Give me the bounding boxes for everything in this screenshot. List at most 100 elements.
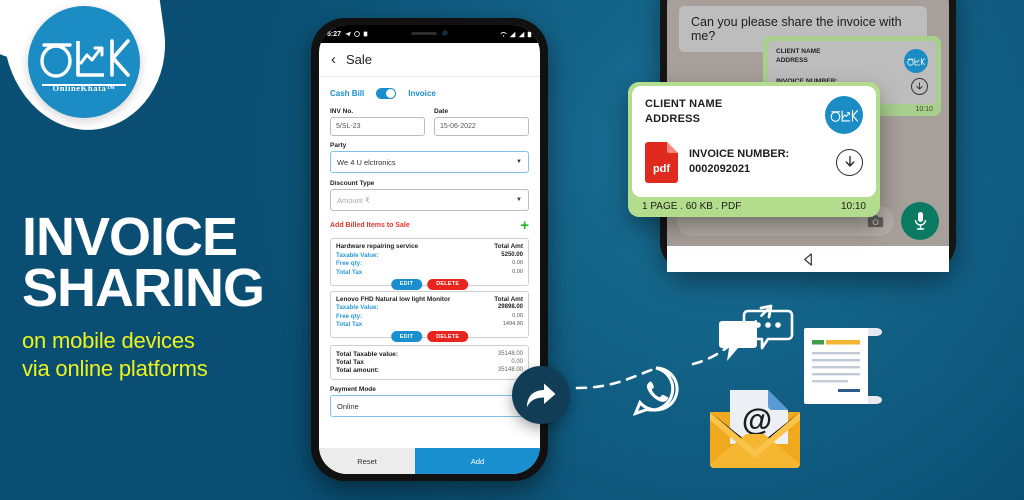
edit-button[interactable]: EDIT (390, 331, 423, 342)
logo-circle: OnlineKhata™ (28, 6, 140, 118)
signal-icon-2 (518, 31, 525, 37)
svg-text:pdf: pdf (653, 163, 670, 175)
invoice-pdf-card[interactable]: CLIENT NAME ADDRESS pdf INVOICE NUMBER: … (628, 82, 880, 217)
item-tax-row: Total Tax 0.00 (336, 269, 523, 276)
subheadline-line-1: on mobile devices (22, 327, 195, 353)
bill-type-toggle-row: Cash Bill Invoice (330, 88, 529, 99)
headline-line-2: SHARING (22, 258, 265, 319)
app-icon (363, 31, 368, 37)
item-taxable-label: Taxable Value: (336, 304, 379, 311)
item-freeqty-label: Free qty: (336, 260, 363, 267)
table-row: Hardware repairing service Total Amt Tax… (330, 238, 529, 290)
pdf-card-footer: 1 PAGE . 60 KB . PDF 10:10 (632, 197, 876, 217)
total-amount-row: Total amount: 35148.00 (336, 367, 523, 374)
status-bar: 5:27 (319, 25, 540, 43)
total-tax-row: Total Tax 0.00 (336, 359, 523, 366)
table-row: Lenovo FHD Natural low light Monitor Tot… (330, 290, 529, 342)
item-title: Lenovo FHD Natural low light Monitor (336, 295, 451, 303)
share-button[interactable] (512, 366, 570, 424)
headline-line-1: INVOICE (22, 207, 238, 267)
olk-monogram-icon (40, 39, 130, 78)
total-tax-value: 0.00 (511, 359, 523, 365)
total-taxable-row: Total Taxable value: 35148.00 (336, 351, 523, 358)
total-amount-value: 35148.00 (497, 367, 523, 373)
delete-button[interactable]: DELETE (427, 331, 469, 342)
whatsapp-icon (632, 366, 679, 417)
item-tax-value: 0.00 (512, 268, 523, 275)
plus-icon[interactable]: + (520, 218, 529, 233)
inv-no-label: INV No. (330, 108, 354, 115)
download-icon[interactable] (836, 148, 863, 176)
date-input[interactable]: 15-06-2022 (434, 117, 529, 136)
cash-bill-label[interactable]: Cash Bill (330, 89, 364, 98)
subheadline-line-2: via online platforms (22, 355, 208, 381)
party-select-value: We 4 U elctronics (337, 157, 396, 167)
earpiece-speaker (411, 31, 437, 35)
sync-icon (354, 31, 360, 37)
add-billed-items-label: Add Billed Items to Sale (330, 222, 410, 229)
item-taxable-label: Taxable Value: (336, 251, 379, 259)
attachment-brand-logo-icon (904, 49, 928, 73)
total-taxable-value: 35148.00 (497, 351, 523, 357)
olk-monogram-icon (830, 109, 858, 122)
poster-canvas: OnlineKhata™ INVOICE SHARING on mobile d… (0, 0, 1024, 500)
inv-no-input[interactable]: 5/SL-23 (330, 117, 425, 136)
item-header: Lenovo FHD Natural low light Monitor Tot… (336, 296, 523, 303)
status-bar-system-icons (500, 31, 532, 38)
back-icon[interactable]: ‹ (331, 52, 336, 67)
discount-type-select[interactable]: Amount ₹ ▼ (330, 189, 529, 211)
download-icon[interactable] (911, 77, 928, 95)
item-total-label: Total Amt (494, 243, 523, 250)
item-taxable-row: Taxable Value: 29898.00 (336, 304, 523, 311)
total-amount-label: Total amount: (336, 367, 380, 374)
invoice-pdf-card-body: CLIENT NAME ADDRESS pdf INVOICE NUMBER: … (632, 86, 876, 197)
pdf-card-invoice-block: INVOICE NUMBER: 0002092021 (689, 147, 789, 177)
date-label: Date (434, 108, 449, 115)
inv-date-row: INV No. 5/SL-23 Date 15-06-2022 (330, 108, 529, 136)
item-taxable-row: Taxable Value: 5250.00 (336, 252, 523, 259)
item-freeqty-row: Free qty: 0.00 (336, 260, 523, 267)
discount-type-label: Discount Type (330, 180, 375, 187)
signal-icon (509, 31, 516, 37)
pdf-file-icon: pdf (645, 141, 678, 183)
brand-logo: OnlineKhata™ (0, 0, 196, 160)
battery-icon (527, 31, 532, 37)
wifi-icon (500, 31, 507, 37)
microphone-icon (914, 212, 926, 230)
email-envelope-icon: @ (710, 390, 800, 468)
item-actions: EDIT DELETE (390, 331, 469, 342)
party-select[interactable]: We 4 U elctronics ▼ (330, 151, 529, 173)
pdf-card-meta-row: pdf INVOICE NUMBER: 0002092021 (645, 141, 863, 183)
subheadline: on mobile devices via online platforms (22, 327, 264, 383)
item-tax-label: Total Tax (336, 268, 363, 276)
front-camera (442, 30, 448, 36)
payment-mode-select[interactable]: Online ▼ (330, 395, 529, 417)
invoice-label[interactable]: Invoice (408, 89, 436, 98)
logo-wordmark: OnlineKhata™ (52, 82, 116, 93)
voice-record-button[interactable] (901, 202, 939, 240)
phone-sale-screen: 5:27 ‹ Sale Cash Bill Invoice INV No. 5/… (319, 25, 540, 474)
item-freeqty-row: Free qty: 0.00 (336, 313, 523, 320)
add-billed-items-row[interactable]: Add Billed Items to Sale + (330, 218, 529, 233)
payment-mode-label: Payment Mode (330, 386, 376, 393)
back-triangle-icon[interactable] (801, 252, 816, 267)
edit-button[interactable]: EDIT (390, 278, 423, 290)
item-freeqty-value: 0.00 (512, 260, 523, 266)
bill-type-switch[interactable] (376, 88, 397, 99)
add-button[interactable]: Add (415, 448, 540, 474)
pdf-card-invoice-number: 0002092021 (689, 163, 751, 176)
status-bar-time: 5:27 (327, 30, 342, 38)
delete-button[interactable]: DELETE (427, 278, 469, 290)
reset-button[interactable]: Reset (319, 448, 416, 474)
item-tax-value: 1494.90 (502, 321, 523, 327)
total-tax-label: Total Tax (336, 359, 364, 366)
discount-type-placeholder: Amount ₹ (337, 195, 370, 205)
item-title: Hardware repairing service (336, 243, 419, 250)
item-freeqty-value: 0.00 (512, 312, 523, 319)
phone-sale-form: 5:27 ‹ Sale Cash Bill Invoice INV No. 5/… (311, 18, 548, 481)
item-total-label: Total Amt (494, 295, 523, 303)
chevron-down-icon: ▼ (516, 197, 522, 203)
app-bar: ‹ Sale (319, 43, 540, 77)
item-taxable-value: 5250.00 (501, 251, 523, 258)
pdf-card-file-meta: 1 PAGE . 60 KB . PDF (642, 200, 742, 212)
